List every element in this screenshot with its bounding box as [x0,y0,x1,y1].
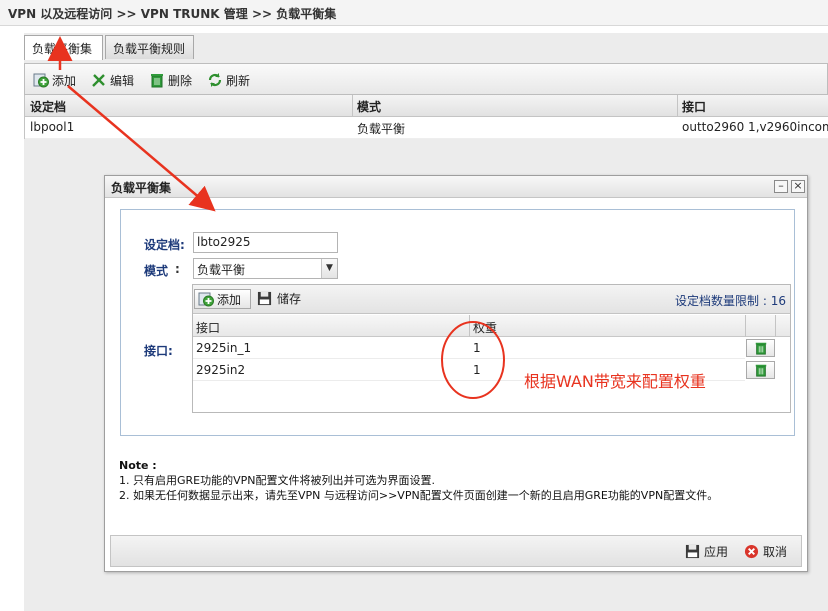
row-interface: outto2960 1,v2960incom2 1 [682,120,828,134]
cancel-label: 取消 [763,545,788,559]
cancel-button[interactable]: 取消 [744,543,787,560]
delete-row-button[interactable] [746,339,775,357]
edit-label: 编辑 [110,73,135,88]
mode-label: 模式 [144,264,169,278]
trash-icon [151,74,163,88]
profile-limit-text: 设定档数量限制 : 16 [675,294,786,308]
edit-icon [92,74,105,87]
interface-panel: 添加 储存 设定档数量限制 : 16 接口 权重 2925in_1 1 2925… [192,284,791,413]
column-header-interface: 接口 [196,321,221,335]
form-panel: 设定档: lbto2925 模式 : 负载平衡 ▼ 接口: 添加 储存 设定档数… [120,209,795,436]
interface-name: 2925in2 [196,363,246,377]
add-label: 添加 [52,73,77,88]
interface-label: 接口: [144,344,173,358]
breadcrumb: VPN 以及远程访问 >> VPN TRUNK 管理 >> 负载平衡集 [0,0,828,26]
interface-add-button[interactable]: 添加 [194,289,251,309]
trash-icon [755,364,766,377]
trash-icon [755,342,766,355]
close-icon[interactable]: × [791,180,805,193]
note-line: 2. 如果无任何数据显示出来，请先至VPN 与远程访问>>VPN配置文件页面创建… [119,489,719,502]
note-line: 1. 只有启用GRE功能的VPN配置文件将被列出并可选为界面设置. [119,474,435,487]
mode-select-value: 负载平衡 [197,263,246,277]
interface-save-label: 储存 [277,292,302,306]
column-header-mode[interactable]: 模式 [352,95,677,117]
delete-button[interactable]: 删除 [149,70,192,90]
row-profile: lbpool1 [30,120,75,134]
interface-weight[interactable]: 1 [470,337,745,359]
interface-add-label: 添加 [217,292,242,307]
apply-label: 应用 [704,545,729,559]
profile-label: 设定档: [144,238,185,252]
save-icon [257,291,272,306]
mode-select[interactable]: 负载平衡 ▼ [193,258,338,279]
interface-toolbar: 添加 储存 设定档数量限制 : 16 [193,285,790,314]
dialog-title: 负载平衡集 [105,176,807,198]
column-header-weight: 权重 [473,321,498,335]
annotation-text: 根据WAN带宽来配置权重 [524,372,706,391]
minimize-icon[interactable]: – [774,180,788,193]
chevron-down-icon[interactable]: ▼ [321,259,337,278]
interface-name: 2925in_1 [196,341,252,355]
refresh-button[interactable]: 刷新 [207,70,250,90]
edit-button[interactable]: 编辑 [91,70,134,90]
column-header-profile[interactable]: 设定档 [25,95,352,117]
add-icon [198,292,214,307]
profile-input[interactable]: lbto2925 [193,232,338,253]
refresh-label: 刷新 [226,73,251,88]
save-icon [685,544,700,559]
dialog-footer: 应用 取消 [110,535,802,567]
profile-grid: 设定档 模式 接口 lbpool1 负载平衡 outto2960 1,v2960… [24,95,828,139]
refresh-icon [208,73,222,87]
add-icon [33,73,49,88]
cancel-icon [744,544,759,559]
mode-colon: : [175,262,180,276]
tab-load-balance-set[interactable]: 负载平衡集 [24,35,103,60]
interface-save-button[interactable]: 储存 [257,290,301,307]
row-mode: 负载平衡 [357,122,406,136]
add-button[interactable]: 添加 [33,70,76,90]
table-row[interactable]: lbpool1 负载平衡 outto2960 1,v2960incom2 1 [25,117,828,139]
main-toolbar: 添加 编辑 删除 刷新 [24,63,828,95]
note-title: Note : [119,459,157,472]
delete-label: 删除 [168,73,193,88]
column-header-interface[interactable]: 接口 [677,95,828,117]
note-section: Note : 1. 只有启用GRE功能的VPN配置文件将被列出并可选为界面设置.… [119,458,799,503]
delete-row-button[interactable] [746,361,775,379]
interface-table-header: 接口 权重 [193,315,790,337]
table-row[interactable]: 2925in_1 1 [193,337,745,359]
grid-header: 设定档 模式 接口 [25,95,828,117]
apply-button[interactable]: 应用 [685,543,728,560]
tab-load-balance-rules[interactable]: 负载平衡规则 [105,35,194,59]
